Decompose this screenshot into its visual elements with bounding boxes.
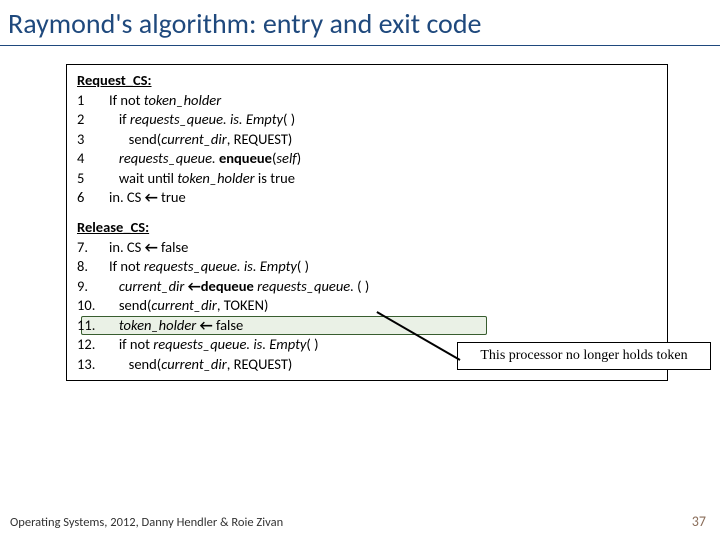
code-line: 7.in. CS ← false [77,238,657,258]
line-code: requests_queue. enqueue(self) [109,149,301,169]
line-number: 6 [77,188,109,208]
line-number: 4 [77,149,109,169]
footer-text: Operating Systems, 2012, Danny Hendler &… [10,515,283,530]
line-code: if requests_queue. is. Empty( ) [109,110,295,130]
line-code: If not token_holder [109,91,221,111]
line-code: send(current_dir, REQUEST) [109,355,292,375]
line-number: 11. [77,316,109,336]
line-number: 2 [77,110,109,130]
line-code: current_dir ←dequeue requests_queue. ( ) [109,277,369,297]
pseudocode-box: Request_CS: 1If not token_holder2 if req… [66,64,668,381]
code-line: 11. token_holder ← false [77,316,657,336]
line-number: 1 [77,91,109,111]
code-line: 10. send(current_dir, TOKEN) [77,296,657,316]
code-line: 2 if requests_queue. is. Empty( ) [77,110,657,130]
page-number: 37 [692,513,706,530]
request-heading: Request_CS: [77,71,657,91]
release-block: Release_CS: 7.in. CS ← false8.If not req… [77,218,657,375]
code-line: 9. current_dir ←dequeue requests_queue. … [77,277,657,297]
line-number: 5 [77,169,109,189]
line-code: token_holder ← false [109,316,243,336]
line-number: 9. [77,277,109,297]
title-underline [0,45,720,46]
line-number: 7. [77,238,109,258]
request-block: Request_CS: 1If not token_holder2 if req… [77,71,657,208]
code-line: 1If not token_holder [77,91,657,111]
code-line: 6in. CS ← true [77,188,657,208]
line-code: in. CS ← true [109,188,186,208]
line-number: 12. [77,335,109,355]
line-code: if not requests_queue. is. Empty( ) [109,335,319,355]
line-code: wait until token_holder is true [109,169,295,189]
slide-title: Raymond's algorithm: entry and exit code [0,0,720,45]
line-number: 3 [77,130,109,150]
code-line: 12. if not requests_queue. is. Empty( ) [77,335,657,355]
code-line: 5 wait until token_holder is true [77,169,657,189]
code-line: 3 send(current_dir, REQUEST) [77,130,657,150]
line-code: send(current_dir, REQUEST) [109,130,292,150]
code-line: 8.If not requests_queue. is. Empty( ) [77,257,657,277]
line-code: in. CS ← false [109,238,188,258]
line-number: 10. [77,296,109,316]
code-line: 13. send(current_dir, REQUEST) [77,355,657,375]
line-number: 8. [77,257,109,277]
release-heading: Release_CS: [77,218,657,238]
code-line: 4 requests_queue. enqueue(self) [77,149,657,169]
line-code: If not requests_queue. is. Empty( ) [109,257,309,277]
line-code: send(current_dir, TOKEN) [109,296,268,316]
line-number: 13. [77,355,109,375]
